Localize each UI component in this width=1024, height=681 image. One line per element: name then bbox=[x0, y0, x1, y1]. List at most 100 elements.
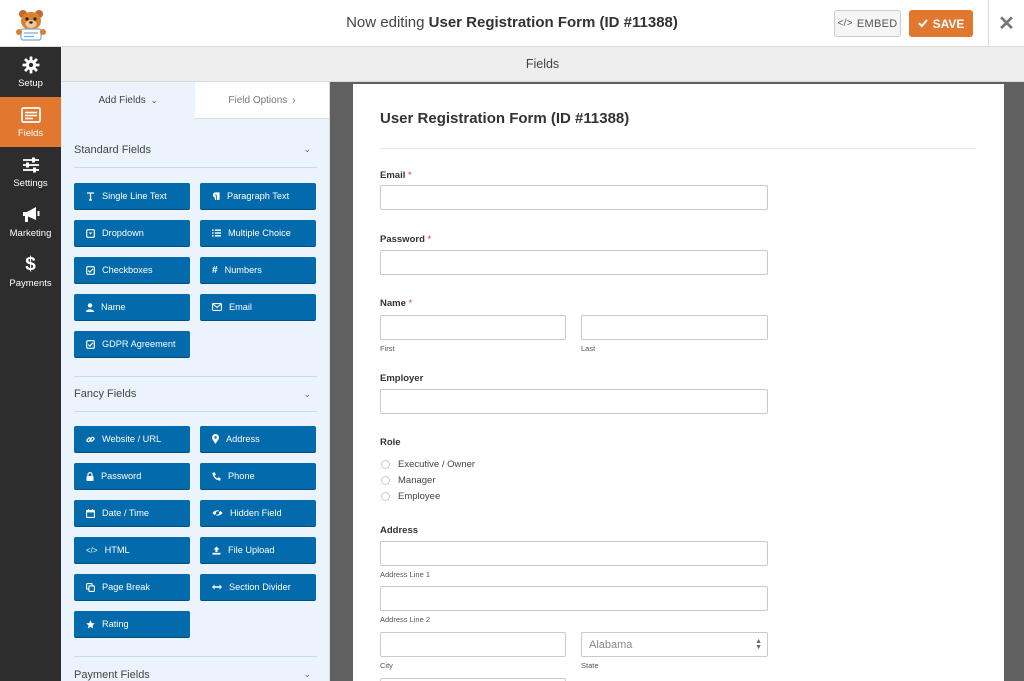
section-title: Fancy Fields bbox=[74, 388, 137, 400]
first-name-field[interactable] bbox=[380, 315, 566, 340]
field-button-label: Hidden Field bbox=[230, 508, 282, 518]
field-button-address[interactable]: Address bbox=[200, 426, 316, 452]
paragraph-icon bbox=[212, 191, 220, 200]
calendar-icon bbox=[86, 508, 95, 518]
nav-item-settings[interactable]: Settings bbox=[0, 147, 61, 197]
arrows-h-icon bbox=[212, 584, 222, 590]
field-button-label: Numbers bbox=[224, 265, 262, 275]
field-button-numbers[interactable]: # Numbers bbox=[200, 257, 316, 283]
embed-label: EMBED bbox=[856, 17, 898, 30]
field-button-phone[interactable]: Phone bbox=[200, 463, 316, 489]
state-sublabel: State bbox=[581, 661, 599, 670]
user-icon bbox=[86, 302, 94, 312]
name-label: Name * bbox=[380, 298, 413, 309]
radio-option[interactable]: Manager bbox=[381, 475, 436, 486]
password-field[interactable] bbox=[380, 250, 768, 275]
envelope-icon bbox=[212, 303, 222, 311]
nav-item-fields[interactable]: Fields bbox=[0, 97, 61, 147]
gear-icon bbox=[22, 56, 40, 74]
dropdown-icon bbox=[86, 228, 95, 238]
field-button-file-upload[interactable]: File Upload bbox=[200, 537, 316, 563]
employer-field[interactable] bbox=[380, 389, 768, 414]
employer-label: Employer bbox=[380, 373, 424, 384]
field-button-name[interactable]: Name bbox=[74, 294, 190, 320]
form-preview: User Registration Form (ID #11388) Email… bbox=[353, 84, 1004, 681]
address-line1-field[interactable] bbox=[380, 541, 768, 566]
field-button-label: Website / URL bbox=[102, 434, 162, 444]
sliders-icon bbox=[22, 156, 40, 174]
field-button-section-divider[interactable]: Section Divider bbox=[200, 574, 316, 600]
close-icon[interactable]: ✕ bbox=[988, 0, 1024, 47]
code-icon: </> bbox=[837, 18, 853, 29]
add-fields-panel: Add Fields ⌄ Field Options › Standard Fi… bbox=[61, 82, 330, 681]
copy-icon bbox=[86, 582, 95, 592]
nav-label: Settings bbox=[13, 177, 48, 189]
hash-icon: # bbox=[212, 264, 218, 276]
state-value: Alabama bbox=[589, 638, 633, 651]
field-button-label: Date / Time bbox=[102, 508, 149, 518]
field-button-label: Dropdown bbox=[102, 228, 144, 238]
field-button-label: Name bbox=[101, 302, 126, 312]
chevron-down-icon: ⌄ bbox=[303, 669, 311, 679]
field-button-html[interactable]: </> HTML bbox=[74, 537, 190, 563]
save-button[interactable]: SAVE bbox=[909, 10, 973, 37]
field-button-multiple-choice[interactable]: Multiple Choice bbox=[200, 220, 316, 246]
first-sublabel: First bbox=[380, 344, 395, 353]
select-arrows-icon: ▲ ▼ bbox=[755, 637, 762, 651]
field-button-rating[interactable]: Rating bbox=[74, 611, 190, 637]
address-line1-sublabel: Address Line 1 bbox=[380, 570, 431, 579]
radio-option[interactable]: Executive / Owner bbox=[381, 459, 475, 470]
chevron-down-icon: ⌄ bbox=[150, 96, 158, 105]
field-button-single-line-text[interactable]: Single Line Text bbox=[74, 183, 190, 209]
city-field[interactable] bbox=[380, 632, 566, 657]
field-button-paragraph-text[interactable]: Paragraph Text bbox=[200, 183, 316, 209]
field-button-label: Paragraph Text bbox=[227, 191, 290, 201]
nav-item-payments[interactable]: $ Payments bbox=[0, 247, 61, 297]
field-button-label: GDPR Agreement bbox=[102, 339, 176, 349]
field-button-gdpr-agreement[interactable]: GDPR Agreement bbox=[74, 331, 190, 357]
field-button-label: HTML bbox=[104, 545, 130, 555]
radio-option[interactable]: Employee bbox=[381, 491, 440, 502]
field-button-label: Email bbox=[229, 302, 252, 312]
field-button-email[interactable]: Email bbox=[200, 294, 316, 320]
last-name-field[interactable] bbox=[581, 315, 768, 340]
star-icon bbox=[86, 619, 95, 628]
tab-field-options[interactable]: Field Options › bbox=[195, 82, 329, 119]
fancy-fields-header[interactable]: Fancy Fields ⌄ bbox=[74, 376, 317, 412]
field-button-website-url[interactable]: Website / URL bbox=[74, 426, 190, 452]
field-button-label: Single Line Text bbox=[102, 191, 167, 201]
radio-label: Manager bbox=[398, 475, 436, 486]
phone-icon bbox=[212, 472, 221, 481]
field-button-dropdown[interactable]: Dropdown bbox=[74, 220, 190, 246]
check-icon bbox=[917, 17, 928, 31]
state-select[interactable]: Alabama ▲ ▼ bbox=[581, 632, 768, 657]
field-button-checkboxes[interactable]: Checkboxes bbox=[74, 257, 190, 283]
nav-item-setup[interactable]: Setup bbox=[0, 47, 61, 97]
list-icon bbox=[212, 229, 221, 237]
payment-fields-header[interactable]: Payment Fields ⌄ bbox=[74, 656, 317, 681]
chevron-down-icon: ⌄ bbox=[303, 144, 311, 154]
embed-button[interactable]: </> EMBED bbox=[834, 10, 901, 37]
address-line2-sublabel: Address Line 2 bbox=[380, 615, 431, 624]
standard-fields-header[interactable]: Standard Fields ⌄ bbox=[74, 132, 317, 168]
email-field[interactable] bbox=[380, 185, 768, 210]
upload-icon bbox=[212, 546, 221, 555]
field-button-hidden-field[interactable]: Hidden Field bbox=[200, 500, 316, 526]
password-label: Password * bbox=[380, 234, 432, 245]
field-button-page-break[interactable]: Page Break bbox=[74, 574, 190, 600]
field-button-label: Multiple Choice bbox=[228, 228, 291, 238]
field-button-label: Checkboxes bbox=[102, 265, 153, 275]
wpforms-logo-icon bbox=[0, 0, 61, 47]
dollar-icon: $ bbox=[25, 253, 36, 275]
eye-slash-icon bbox=[212, 509, 223, 517]
section-title: Payment Fields bbox=[74, 668, 150, 681]
nav-item-marketing[interactable]: Marketing bbox=[0, 197, 61, 247]
field-button-password[interactable]: Password bbox=[74, 463, 190, 489]
code-icon: </> bbox=[86, 545, 98, 555]
address-label: Address bbox=[380, 525, 419, 536]
last-sublabel: Last bbox=[581, 344, 596, 353]
tab-add-fields[interactable]: Add Fields ⌄ bbox=[61, 82, 195, 119]
field-button-date-time[interactable]: Date / Time bbox=[74, 500, 190, 526]
section-title: Standard Fields bbox=[74, 143, 152, 156]
address-line2-field[interactable] bbox=[380, 586, 768, 611]
